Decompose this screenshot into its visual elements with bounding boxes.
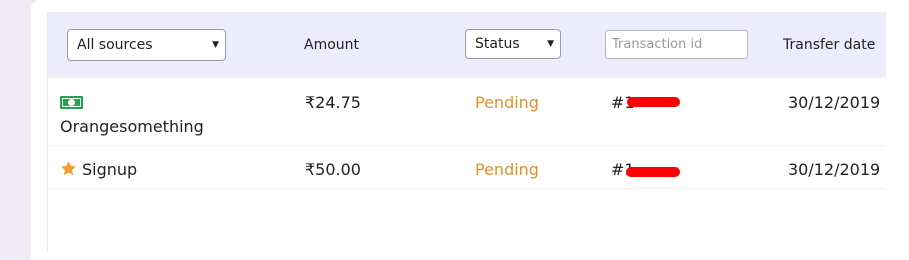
table-header: All sources ▼ Amount Status ▼ Transactio… [48,12,886,78]
money-icon [60,96,83,109]
chevron-down-icon: ▼ [547,39,554,49]
row-transfer-date: 30/12/2019 [788,93,881,112]
row-amount: ₹50.00 [305,160,361,179]
redaction-mark [627,97,680,107]
transaction-id-input[interactable]: Transaction id [605,30,748,59]
status-filter-value: Status [475,36,520,52]
row-amount: ₹24.75 [305,93,361,112]
row-source: Signup [82,160,138,179]
status-filter-select[interactable]: Status ▼ [465,29,561,59]
star-icon [61,161,76,176]
column-header-amount: Amount [304,37,360,53]
source-filter-value: All sources [77,37,153,53]
row-status: Pending [475,93,539,112]
table-row: Signup ₹50.00 Pending #1 30/12/2019 [48,146,886,189]
redaction-mark [626,167,680,177]
row-source: Orangesomething [60,117,204,136]
chevron-down-icon: ▼ [212,40,219,50]
transactions-table: All sources ▼ Amount Status ▼ Transactio… [47,12,886,252]
table-row: Orangesomething ₹24.75 Pending #1 30/12/… [48,78,886,146]
column-header-transfer-date: Transfer date [783,37,876,53]
row-status: Pending [475,160,539,179]
transaction-id-placeholder: Transaction id [612,37,703,52]
source-filter-select[interactable]: All sources ▼ [67,29,226,61]
row-transfer-date: 30/12/2019 [788,160,881,179]
